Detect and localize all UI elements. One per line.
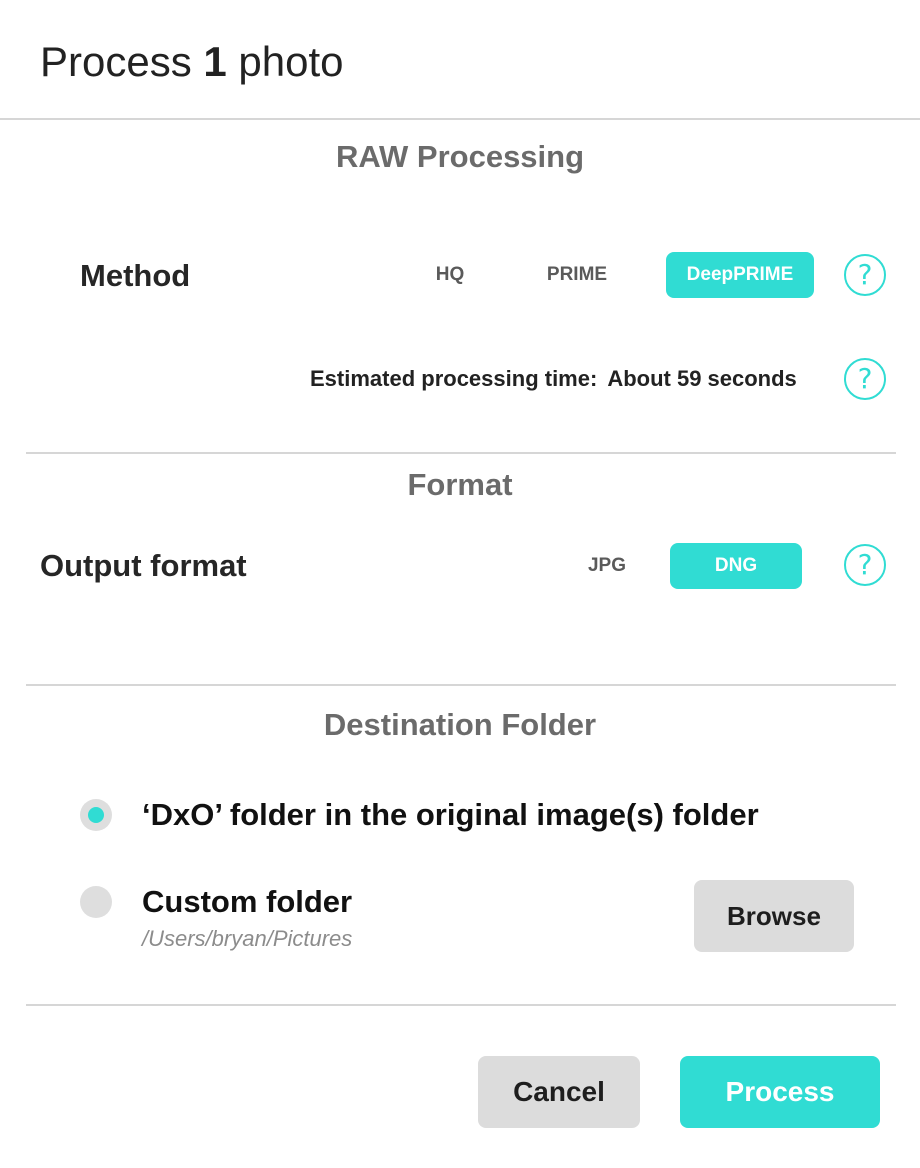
title-prefix: Process [40,38,204,85]
destination-heading: Destination Folder [323,707,597,742]
section-divider [26,452,896,454]
help-icon[interactable]: ? [844,544,886,586]
title-count: 1 [203,38,227,85]
radio-custom-folder[interactable] [80,886,112,918]
title-suffix: photo [226,38,344,85]
title-divider [0,118,920,120]
method-label: Method [80,258,191,293]
cancel-button[interactable]: Cancel [478,1056,640,1128]
radio-label-dxo-folder[interactable]: ‘DxO’ folder in the original image(s) fo… [142,795,759,835]
estimate-value: About 59 seconds [607,366,797,391]
section-divider [26,684,896,686]
output-format-label: Output format [40,548,247,583]
browse-button[interactable]: Browse [694,880,854,952]
method-option-deepprime[interactable]: DeepPRIME [666,252,814,298]
process-button[interactable]: Process [680,1056,880,1128]
method-option-prime[interactable]: PRIME [518,252,636,298]
radio-dxo-folder[interactable] [80,799,112,831]
raw-processing-heading: RAW Processing [335,139,585,174]
estimated-time: Estimated processing time: About 59 secon… [310,364,797,394]
custom-folder-path: /Users/bryan/Pictures [142,926,353,951]
method-option-hq[interactable]: HQ [410,252,490,298]
format-option-jpg[interactable]: JPG [572,543,642,589]
help-icon[interactable]: ? [844,254,886,296]
radio-label-custom-folder[interactable]: Custom folder [142,882,352,922]
section-divider [26,1004,896,1006]
dialog-title: Process 1 photo [40,36,344,88]
help-icon[interactable]: ? [844,358,886,400]
format-heading: Format [407,467,513,502]
format-option-dng[interactable]: DNG [670,543,802,589]
estimate-label: Estimated processing time: [310,366,598,391]
radio-selected-icon [88,807,104,823]
